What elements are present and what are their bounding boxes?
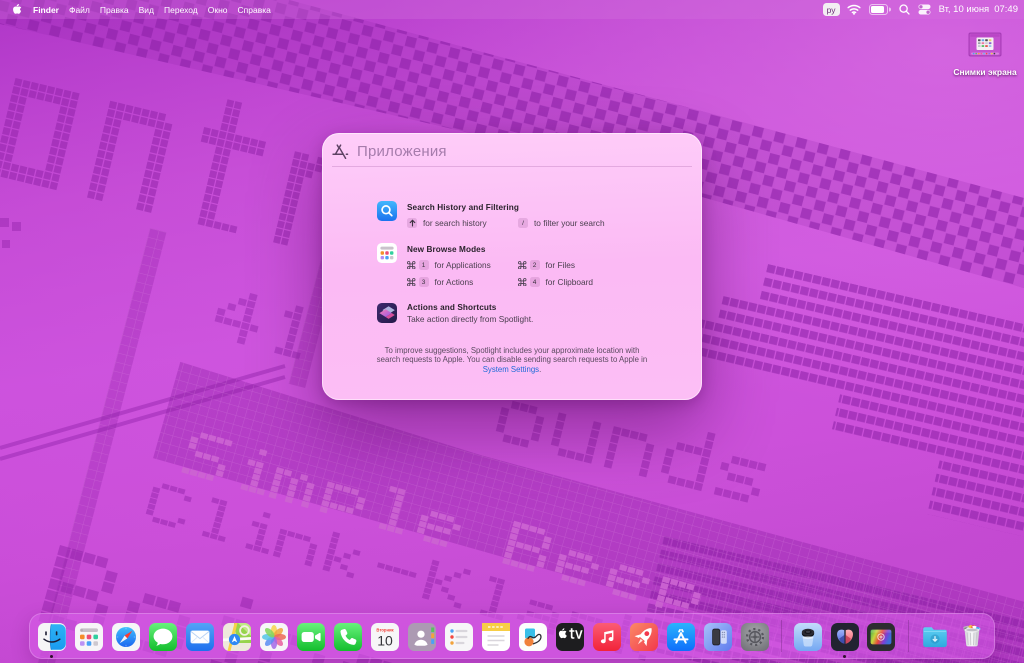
- svg-text:10: 10: [377, 633, 393, 649]
